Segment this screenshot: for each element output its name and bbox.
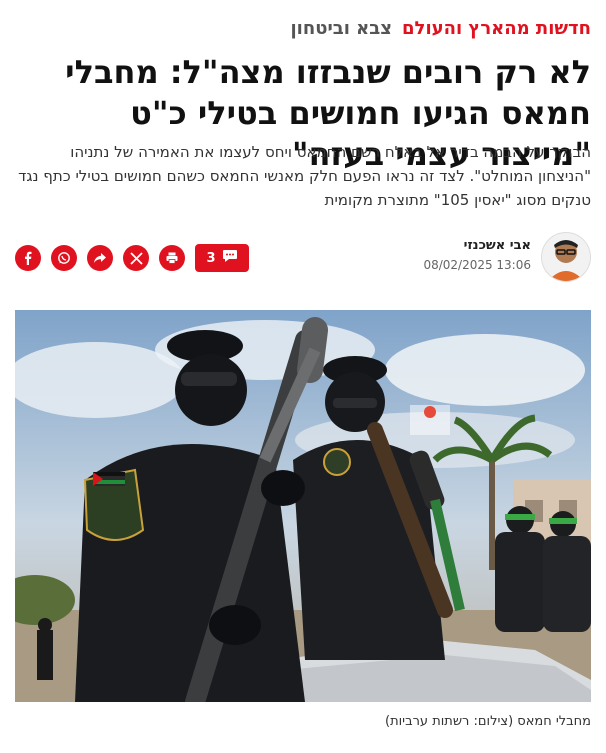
author-meta: אבי אשכנזי 08/02/2025 13:06 (423, 238, 531, 272)
author-row: אבי אשכנזי 08/02/2025 13:06 3 (15, 232, 591, 284)
author-avatar[interactable] (541, 232, 591, 282)
comment-count: 3 (206, 250, 216, 266)
facebook-icon[interactable] (15, 245, 41, 271)
breadcrumb-section-link[interactable]: חדשות מהארץ והעולם (402, 18, 591, 39)
comments-button[interactable]: 3 (195, 244, 249, 272)
x-icon[interactable] (123, 245, 149, 271)
whatsapp-icon[interactable] (51, 245, 77, 271)
article-subtitle: הבוקר על הבמה בדיר אל באלח רשם החמאס ויח… (18, 143, 591, 209)
photo-caption: מחבלי חמאס (צילום: רשתות ערביות) (385, 714, 591, 729)
breadcrumb: חדשות מהארץ והעולם צבא וביטחון (15, 14, 592, 42)
share-icon[interactable] (87, 245, 113, 271)
publish-date: 08/02/2025 13:06 (423, 258, 531, 272)
share-bar: 3 (15, 244, 249, 272)
print-icon[interactable] (159, 245, 185, 271)
breadcrumb-subsection-link[interactable]: צבא וביטחון (291, 18, 393, 39)
comment-bubble-icon (222, 249, 238, 267)
author-name[interactable]: אבי אשכנזי (423, 238, 531, 253)
article-photo[interactable] (15, 310, 591, 702)
